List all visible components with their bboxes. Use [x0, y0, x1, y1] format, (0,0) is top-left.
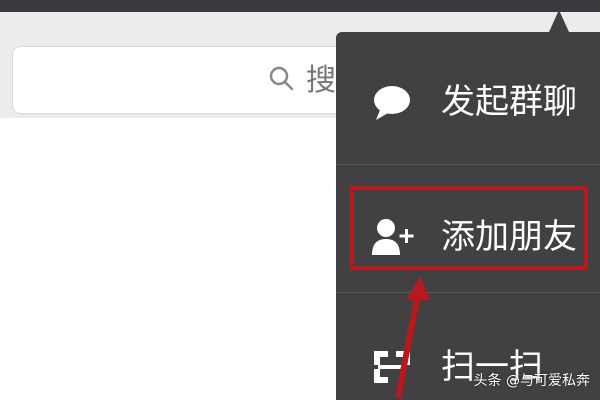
watermark: 头条 @与可爱私奔 [473, 373, 590, 389]
menu-item-group-chat[interactable]: 发起群聊 [336, 52, 600, 152]
menu-divider [336, 164, 600, 165]
search-box[interactable]: 搜索 [12, 46, 366, 114]
chat-bubble-icon [374, 86, 410, 120]
top-status-strip [0, 0, 600, 12]
search-icon [269, 66, 294, 91]
menu-divider [336, 292, 600, 293]
menu-pointer-arrow [549, 10, 569, 32]
screen: 搜索 发起群聊 添加朋友 [0, 0, 600, 400]
annotation-arrow [395, 276, 430, 399]
menu-item-label: 发起群聊 [441, 82, 577, 122]
highlight-box [350, 186, 588, 270]
